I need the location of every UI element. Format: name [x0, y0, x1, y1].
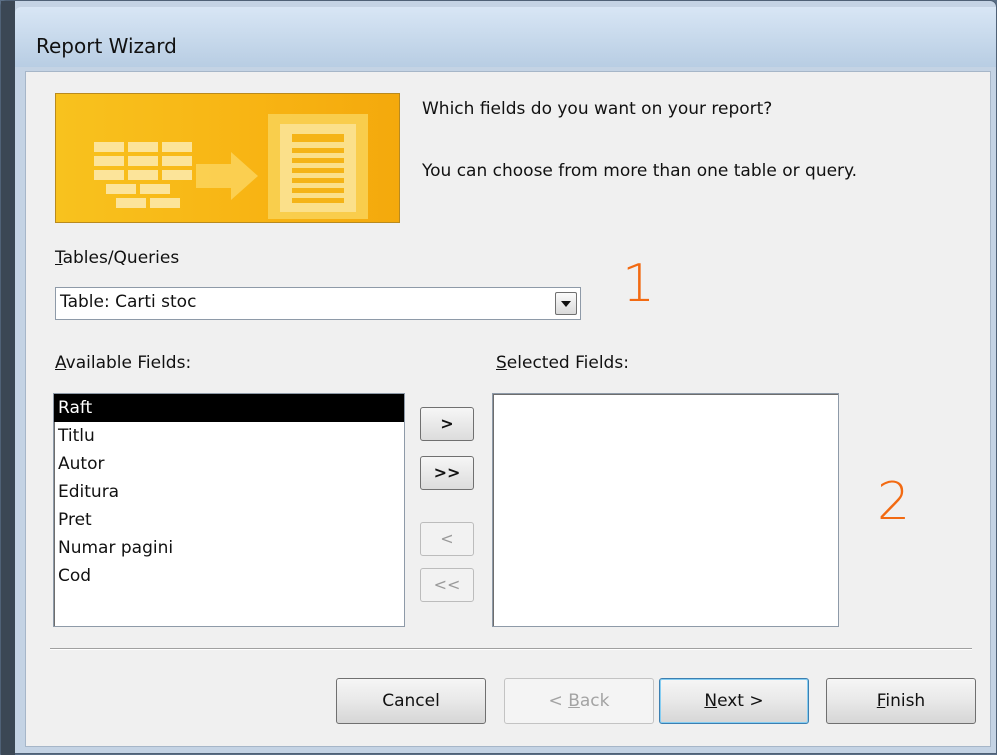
- tables-queries-combo[interactable]: Table: Carti stoc: [55, 287, 581, 320]
- next-button[interactable]: Next >: [659, 678, 809, 724]
- footer-divider: [50, 648, 972, 650]
- selected-accel: S: [496, 353, 507, 373]
- next-rest: ext >: [717, 691, 764, 711]
- list-item[interactable]: Pret: [54, 506, 404, 534]
- available-label-rest: vailable Fields:: [65, 353, 192, 373]
- annotation-2: 2: [877, 472, 911, 532]
- available-accel: A: [55, 353, 66, 373]
- available-fields-list[interactable]: Raft Titlu Autor Editura Pret Numar pagini Cod: [53, 393, 405, 627]
- list-item[interactable]: Raft: [54, 394, 404, 422]
- next-accel: N: [704, 691, 718, 711]
- chevron-down-icon: [561, 301, 571, 307]
- back-rest: ack: [579, 691, 610, 711]
- selected-label-rest: elected Fields:: [506, 353, 629, 373]
- list-item[interactable]: Cod: [54, 562, 404, 590]
- add-all-fields-button[interactable]: >>: [420, 456, 474, 490]
- combo-dropdown-button[interactable]: [555, 292, 577, 315]
- dialog-body: Which fields do you want on your report?…: [25, 71, 991, 747]
- list-item[interactable]: Numar pagini: [54, 534, 404, 562]
- window-title: Report Wizard: [36, 34, 177, 58]
- title-bar[interactable]: Report Wizard: [15, 7, 996, 67]
- tables-accel: T: [55, 248, 63, 268]
- back-prefix: <: [548, 691, 569, 711]
- hint-text: You can choose from more than one table …: [422, 161, 858, 181]
- tables-label-rest: ables/Queries: [62, 248, 180, 268]
- remove-all-fields-button[interactable]: <<: [420, 568, 474, 602]
- tables-queries-value: Table: Carti stoc: [60, 292, 197, 312]
- question-text: Which fields do you want on your report?: [422, 99, 773, 119]
- report-wizard-window: Report Wizard Which fields do you want o…: [0, 0, 997, 755]
- list-item[interactable]: Autor: [54, 450, 404, 478]
- selected-fields-list[interactable]: [492, 393, 839, 627]
- cancel-button[interactable]: Cancel: [336, 678, 486, 724]
- finish-rest: inish: [885, 691, 926, 711]
- back-accel: B: [568, 691, 580, 711]
- available-fields-label: Available Fields:: [55, 353, 191, 373]
- background-strip: [1, 1, 15, 755]
- remove-field-button[interactable]: <: [420, 522, 474, 556]
- tables-queries-label: Tables/Queries: [55, 248, 179, 268]
- list-item[interactable]: Editura: [54, 478, 404, 506]
- add-field-button[interactable]: >: [420, 407, 474, 441]
- report-wizard-illustration-icon: [55, 93, 400, 223]
- selected-fields-label: Selected Fields:: [496, 353, 629, 373]
- list-item[interactable]: Titlu: [54, 422, 404, 450]
- finish-button[interactable]: Finish: [826, 678, 976, 724]
- back-button[interactable]: < Back: [504, 678, 654, 724]
- annotation-1: 1: [622, 254, 656, 314]
